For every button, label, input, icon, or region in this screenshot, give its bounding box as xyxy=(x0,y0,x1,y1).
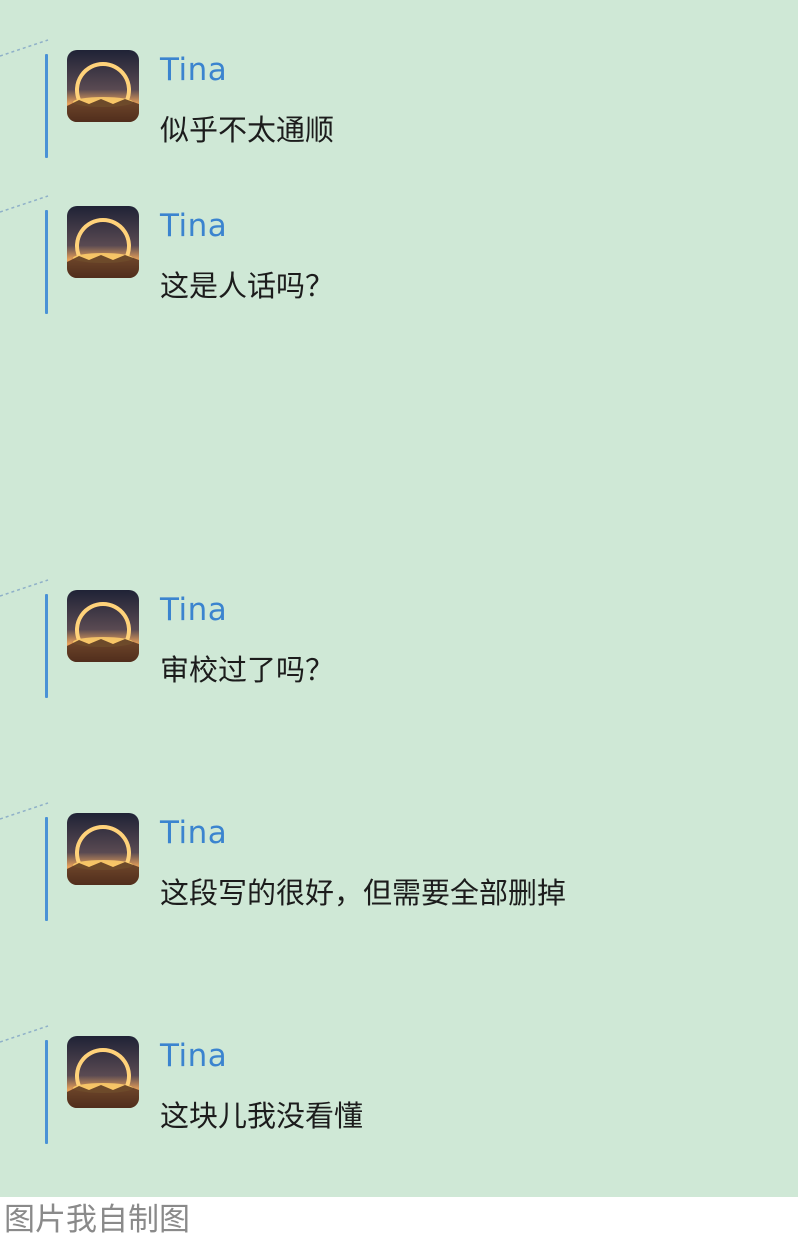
comment-author: Tina xyxy=(160,815,228,851)
comment-text: 似乎不太通顺 xyxy=(160,113,335,147)
comment-author: Tina xyxy=(160,208,228,244)
comment-author: Tina xyxy=(160,1038,228,1074)
avatar[interactable] xyxy=(67,50,139,122)
comment-anchor-connector xyxy=(0,195,49,213)
sunset-ring-avatar-icon xyxy=(67,590,139,662)
comment-text: 这块儿我没看懂 xyxy=(160,1099,364,1133)
comment-anchor-connector xyxy=(0,802,49,820)
avatar[interactable] xyxy=(67,590,139,662)
comment-item[interactable]: Tina 审校过了吗？ xyxy=(0,579,798,710)
comment-bar xyxy=(45,594,48,698)
comment-author: Tina xyxy=(160,592,228,628)
avatar[interactable] xyxy=(67,206,139,278)
comments-panel: Tina 似乎不太通顺 Tina 这是人话吗？ Tina 审校过了吗？ Tina… xyxy=(0,0,798,1197)
avatar[interactable] xyxy=(67,1036,139,1108)
comment-anchor-connector xyxy=(0,579,49,597)
comment-bar xyxy=(45,1040,48,1144)
sunset-ring-avatar-icon xyxy=(67,1036,139,1108)
comment-text: 这是人话吗？ xyxy=(160,269,335,303)
sunset-ring-avatar-icon xyxy=(67,813,139,885)
avatar[interactable] xyxy=(67,813,139,885)
comment-anchor-connector xyxy=(0,1025,49,1043)
comment-item[interactable]: Tina 这块儿我没看懂 xyxy=(0,1025,798,1156)
comment-item[interactable]: Tina 这是人话吗？ xyxy=(0,195,798,326)
sunset-ring-avatar-icon xyxy=(67,206,139,278)
comment-text: 这段写的很好，但需要全部删掉 xyxy=(160,876,567,910)
sunset-ring-avatar-icon xyxy=(67,50,139,122)
comment-bar xyxy=(45,817,48,921)
comment-item[interactable]: Tina 这段写的很好，但需要全部删掉 xyxy=(0,802,798,933)
comment-item[interactable]: Tina 似乎不太通顺 xyxy=(0,39,798,170)
image-caption: 图片我自制图 xyxy=(4,1202,190,1238)
comment-bar xyxy=(45,210,48,314)
comment-text: 审校过了吗？ xyxy=(160,653,335,687)
comment-bar xyxy=(45,54,48,158)
comment-author: Tina xyxy=(160,52,228,88)
comment-anchor-connector xyxy=(0,39,49,57)
